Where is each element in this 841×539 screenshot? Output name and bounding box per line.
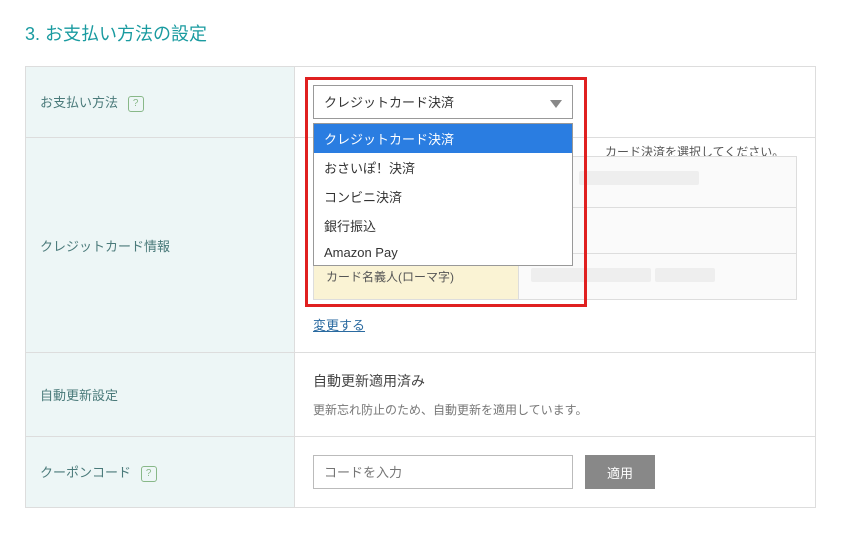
option-bank-transfer[interactable]: 銀行振込 <box>314 211 572 240</box>
payment-method-dropdown: クレジットカード決済 おさいぽ！決済 コンビニ決済 銀行振込 Amazon Pa… <box>313 123 573 266</box>
help-icon[interactable]: ? <box>141 466 157 482</box>
auto-renew-status: 自動更新適用済み <box>313 371 797 391</box>
option-konbini[interactable]: コンビニ決済 <box>314 182 572 211</box>
row-coupon: クーポンコード ? 適用 <box>26 437 816 508</box>
option-amazon-pay[interactable]: Amazon Pay <box>314 240 572 265</box>
change-card-link[interactable]: 変更する <box>313 318 365 333</box>
option-credit-card[interactable]: クレジットカード決済 <box>314 124 572 153</box>
settings-table: お支払い方法 ? クレジットカード決済 クレジットカード決済 おさいぽ！決済 コ… <box>25 66 816 508</box>
section-heading: 3. お支払い方法の設定 <box>25 20 816 46</box>
label-auto-renew: 自動更新設定 <box>26 353 295 437</box>
auto-renew-desc: 更新忘れ防止のため、自動更新を適用しています。 <box>313 401 797 418</box>
coupon-input[interactable] <box>313 455 573 489</box>
option-osaipo[interactable]: おさいぽ！決済 <box>314 153 572 182</box>
help-icon[interactable]: ? <box>128 96 144 112</box>
label-payment-method: お支払い方法 ? <box>26 67 295 138</box>
row-auto-renew: 自動更新設定 自動更新適用済み 更新忘れ防止のため、自動更新を適用しています。 <box>26 353 816 437</box>
payment-method-select[interactable]: クレジットカード決済 <box>313 85 573 119</box>
label-coupon: クーポンコード ? <box>26 437 295 508</box>
apply-coupon-button[interactable]: 適用 <box>585 455 655 489</box>
label-card-info: クレジットカード情報 <box>26 138 295 353</box>
row-payment-method: お支払い方法 ? クレジットカード決済 クレジットカード決済 おさいぽ！決済 コ… <box>26 67 816 138</box>
